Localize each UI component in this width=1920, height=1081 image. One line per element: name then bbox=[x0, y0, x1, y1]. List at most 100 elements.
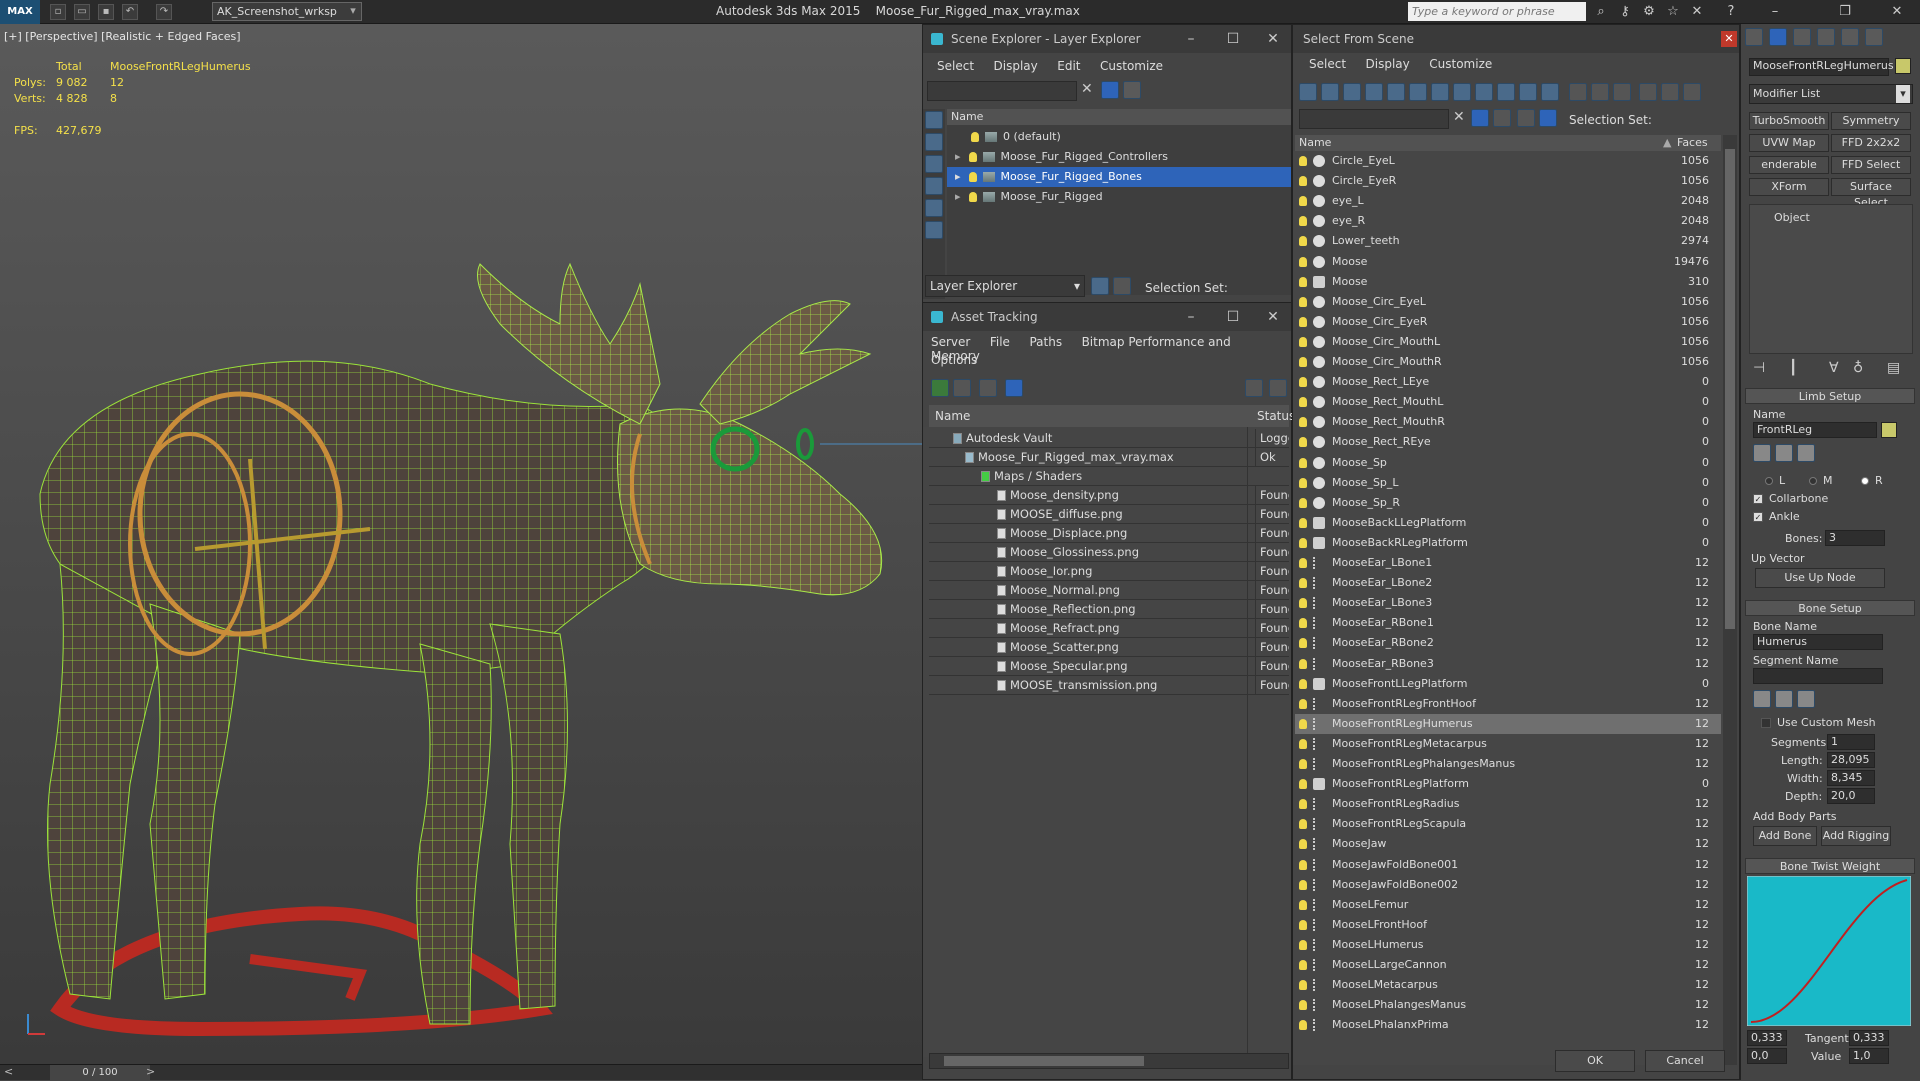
object-row[interactable]: MooseEar_RBone3 12 bbox=[1295, 654, 1721, 674]
segments-input[interactable]: 1 bbox=[1827, 734, 1875, 750]
bulb-icon[interactable] bbox=[968, 152, 977, 162]
paste-mirrored-icon[interactable] bbox=[1797, 690, 1815, 708]
paste-icon[interactable] bbox=[1775, 444, 1793, 462]
bulb-icon[interactable] bbox=[1299, 658, 1307, 669]
object-color-swatch[interactable] bbox=[1895, 58, 1911, 74]
bulb-icon[interactable] bbox=[1299, 618, 1307, 629]
refresh-icon[interactable] bbox=[931, 379, 949, 397]
scene-explorer-search-input[interactable] bbox=[927, 81, 1077, 101]
asset-row[interactable]: Autodesk Vault Logged bbox=[929, 429, 1289, 448]
bulb-icon[interactable] bbox=[1299, 276, 1307, 287]
turbosmooth-button[interactable]: TurboSmooth bbox=[1749, 112, 1829, 130]
twist-value-1[interactable]: 0,333 bbox=[1747, 1030, 1787, 1046]
twist-value-2[interactable]: 0,333 bbox=[1849, 1030, 1889, 1046]
radio-m[interactable]: M bbox=[1809, 474, 1833, 487]
display-groups-icon[interactable] bbox=[1431, 83, 1449, 101]
explorer-type-dropdown[interactable]: Layer Explorer ▾ bbox=[925, 275, 1085, 297]
object-row[interactable]: MooseEar_LBone3 12 bbox=[1295, 593, 1721, 613]
exchange-icon[interactable]: ✕ bbox=[1688, 3, 1706, 21]
menu-paths[interactable]: Paths bbox=[1029, 335, 1062, 349]
asset-row[interactable]: Moose_Normal.png Found bbox=[929, 581, 1289, 600]
paste-icon[interactable] bbox=[1775, 690, 1793, 708]
copy-icon[interactable] bbox=[1753, 690, 1771, 708]
cancel-button[interactable]: Cancel bbox=[1645, 1050, 1725, 1072]
object-row[interactable]: MooseFrontRLegFrontHoof 12 bbox=[1295, 694, 1721, 714]
object-row[interactable]: Circle_EyeL 1056 bbox=[1295, 151, 1721, 171]
limb-name-input[interactable]: FrontRLeg bbox=[1753, 422, 1877, 438]
bulb-icon[interactable] bbox=[1299, 698, 1307, 709]
maximize-icon[interactable]: ☐ bbox=[1215, 25, 1251, 53]
layer-column-header[interactable]: Name bbox=[947, 109, 1291, 125]
settings-icon[interactable] bbox=[1269, 379, 1287, 397]
object-row[interactable]: Circle_EyeR 1056 bbox=[1295, 171, 1721, 191]
layer-row-selected[interactable]: ▸ Moose_Fur_Rigged_Bones bbox=[947, 167, 1291, 187]
object-row[interactable]: eye_L 2048 bbox=[1295, 191, 1721, 211]
save-icon[interactable]: ▪ bbox=[98, 4, 114, 20]
object-row[interactable]: MooseLPhalanxPrima 12 bbox=[1295, 1015, 1721, 1035]
object-row[interactable]: MooseBackRLegPlatform 0 bbox=[1295, 533, 1721, 553]
bulb-icon[interactable] bbox=[1299, 839, 1307, 850]
ok-button[interactable]: OK bbox=[1555, 1050, 1635, 1072]
object-row[interactable]: MooseBackLLegPlatform 0 bbox=[1295, 513, 1721, 533]
display-containers-icon[interactable] bbox=[1497, 83, 1515, 101]
layer-toggle-icon[interactable] bbox=[1493, 109, 1511, 127]
object-row[interactable]: MooseFrontRLegRadius 12 bbox=[1295, 794, 1721, 814]
menu-display[interactable]: Display bbox=[1366, 57, 1410, 71]
col-faces[interactable]: Faces bbox=[1677, 135, 1708, 151]
bulb-icon[interactable] bbox=[1299, 256, 1307, 267]
add-bone-button[interactable]: Add Bone bbox=[1753, 826, 1817, 846]
bulb-icon[interactable] bbox=[1299, 357, 1307, 367]
bulb-icon[interactable] bbox=[1299, 216, 1307, 227]
object-row[interactable]: MooseLMetacarpus 12 bbox=[1295, 975, 1721, 995]
display-frozen-icon[interactable] bbox=[1519, 83, 1537, 101]
stack-item-object[interactable]: Object bbox=[1774, 211, 1810, 224]
segment-name-input[interactable] bbox=[1753, 668, 1883, 684]
use-custom-mesh-check[interactable] bbox=[1761, 718, 1771, 728]
object-row[interactable]: MooseFrontRLegPhalangesManus 12 bbox=[1295, 754, 1721, 774]
bulb-icon[interactable] bbox=[1299, 176, 1307, 187]
bulb-icon[interactable] bbox=[1299, 980, 1307, 991]
clear-search-icon[interactable]: ✕ bbox=[1453, 109, 1465, 125]
limb-color-swatch[interactable] bbox=[1881, 422, 1897, 438]
list-vertical-scrollbar[interactable] bbox=[1723, 135, 1737, 1065]
object-row[interactable]: eye_R 2048 bbox=[1295, 211, 1721, 231]
asset-row[interactable]: Moose_Fur_Rigged_max_vray.max Ok bbox=[929, 448, 1289, 467]
ffd-select-button[interactable]: FFD Select bbox=[1831, 156, 1911, 174]
display-tab-icon[interactable] bbox=[1841, 28, 1859, 46]
display-cameras-icon[interactable] bbox=[925, 177, 943, 195]
bulb-icon[interactable] bbox=[1299, 517, 1307, 528]
renderable-spline-button[interactable]: enderable Splin bbox=[1749, 156, 1829, 174]
collarbone-check[interactable]: ✓ bbox=[1753, 494, 1763, 504]
modifier-stack[interactable]: Object bbox=[1749, 204, 1913, 354]
create-tab-icon[interactable] bbox=[1745, 28, 1763, 46]
asset-row[interactable]: MOOSE_diffuse.png Found bbox=[929, 505, 1289, 524]
display-hidden-icon[interactable] bbox=[1541, 83, 1559, 101]
asset-row[interactable]: Moose_Glossiness.png Found bbox=[929, 543, 1289, 562]
object-row[interactable]: Moose_Rect_REye 0 bbox=[1295, 432, 1721, 452]
select-from-scene-titlebar[interactable]: Select From Scene ✕ bbox=[1293, 25, 1739, 53]
bulb-icon[interactable] bbox=[1299, 196, 1307, 207]
make-unique-icon[interactable]: ∀ bbox=[1829, 360, 1839, 376]
search-input[interactable]: Type a keyword or phrase bbox=[1408, 2, 1586, 21]
object-row[interactable]: MooseJaw 12 bbox=[1295, 834, 1721, 854]
menu-options[interactable]: Options bbox=[931, 353, 977, 367]
list-view-icon[interactable] bbox=[953, 379, 971, 397]
bone-setup-rollout[interactable]: Bone Setup bbox=[1745, 600, 1915, 616]
bulb-icon[interactable] bbox=[1299, 316, 1307, 327]
asset-row[interactable]: Moose_Refract.png Found bbox=[929, 619, 1289, 638]
workspace-dropdown[interactable]: AK_Screenshot_wrksp bbox=[212, 2, 362, 21]
object-row[interactable]: MooseFrontRLegMetacarpus 12 bbox=[1295, 734, 1721, 754]
bulb-icon[interactable] bbox=[1299, 718, 1307, 729]
bulb-icon[interactable] bbox=[1299, 819, 1307, 830]
object-row[interactable]: MooseFrontLLegPlatform 0 bbox=[1295, 674, 1721, 694]
object-row[interactable]: Moose 19476 bbox=[1295, 252, 1721, 272]
length-input[interactable]: 28,095 bbox=[1827, 752, 1875, 768]
time-slider[interactable]: < 0 / 100 > bbox=[0, 1064, 922, 1081]
width-input[interactable]: 8,345 bbox=[1827, 770, 1875, 786]
remove-modifier-icon[interactable]: ♁ bbox=[1853, 360, 1863, 376]
timeline-frame-indicator[interactable]: 0 / 100 bbox=[50, 1065, 150, 1081]
select-all-icon[interactable] bbox=[1569, 83, 1587, 101]
expand-icon[interactable]: ▸ bbox=[955, 170, 961, 183]
display-xrefs-icon[interactable] bbox=[1453, 83, 1471, 101]
display-geometry-icon[interactable] bbox=[1299, 83, 1317, 101]
